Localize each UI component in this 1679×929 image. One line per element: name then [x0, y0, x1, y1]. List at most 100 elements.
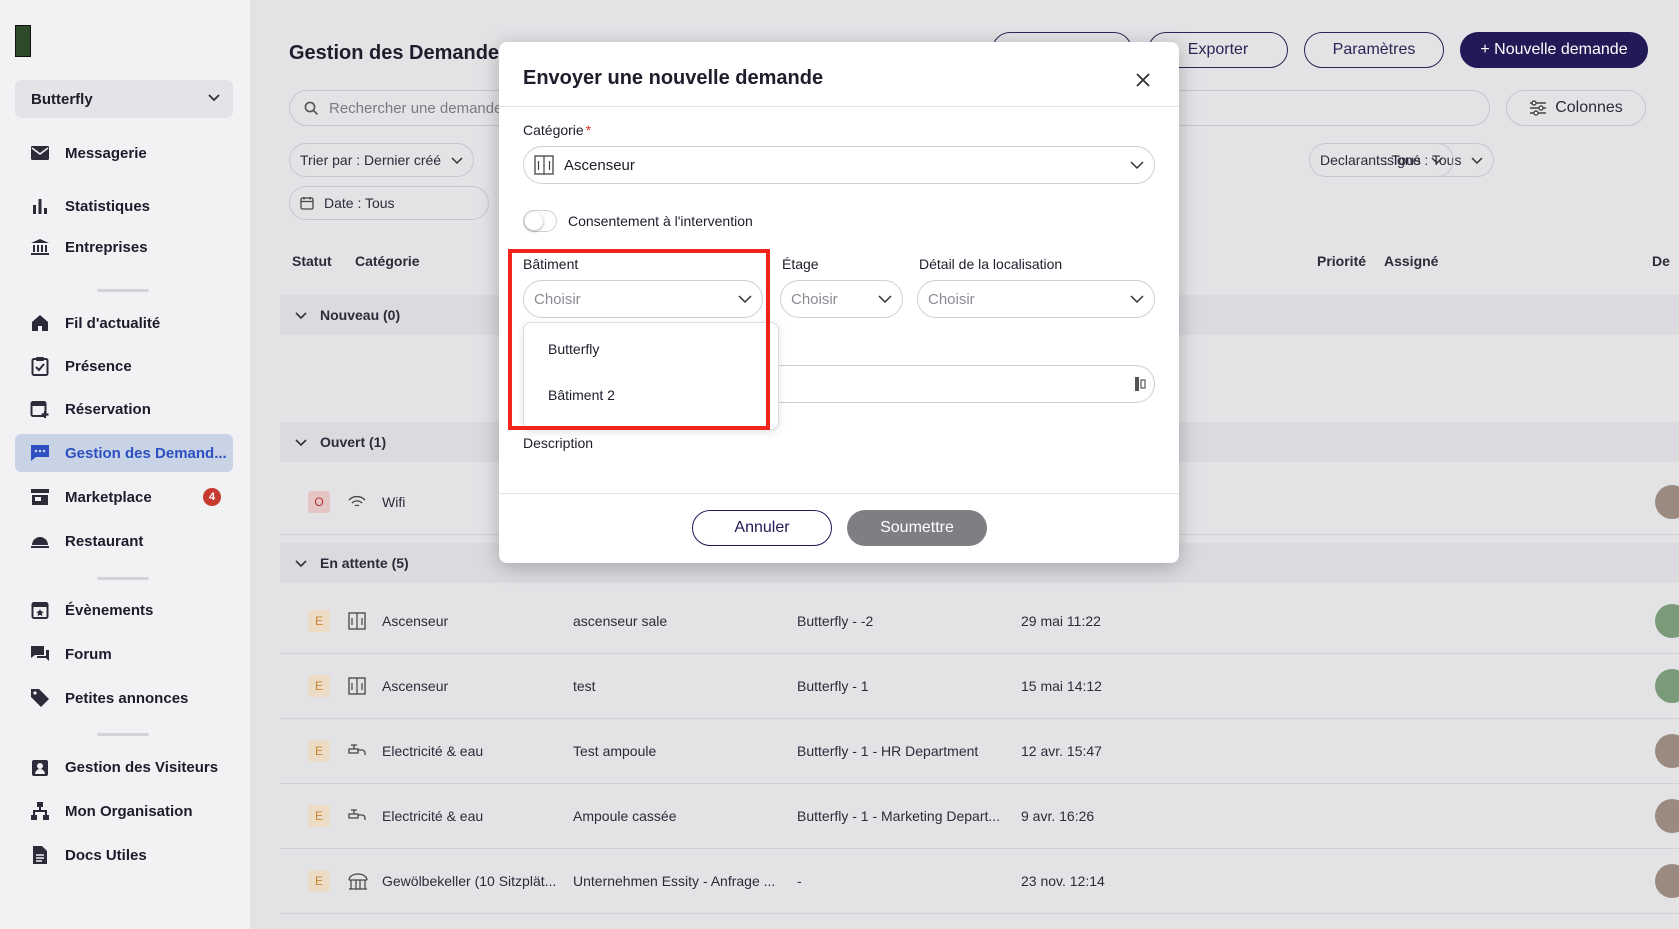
avatar: [1655, 864, 1679, 898]
sidebar-item-label: Fil d'actualité: [65, 314, 161, 332]
chevron-down-icon: [1130, 292, 1144, 306]
status-badge: E: [308, 610, 330, 632]
sidebar-item-label: Gestion des Visiteurs: [65, 758, 219, 776]
attachment-icon: [1134, 376, 1146, 397]
status-badge: E: [308, 675, 330, 697]
page-title: Gestion des Demandes: [289, 42, 511, 64]
category-select-value: Ascenseur: [564, 156, 635, 174]
sidebar-item-evenements[interactable]: Évènements: [15, 591, 233, 629]
date-filter[interactable]: Date : Tous: [289, 186, 489, 220]
location-detail-select[interactable]: Choisir: [917, 280, 1155, 318]
cancel-button[interactable]: Annuler: [692, 510, 832, 546]
sort-filter[interactable]: Trier par : Dernier créé: [289, 143, 475, 177]
notification-badge: 4: [203, 488, 221, 506]
row-location: Butterfly - 1 - HR Department: [797, 743, 979, 759]
row-category: Gewölbekeller (10 Sitzplät...: [382, 873, 557, 889]
table-row[interactable]: E Ascenseur ascenseur sale Butterfly - -…: [280, 589, 1679, 654]
badge-icon: [29, 756, 51, 778]
status-badge: O: [308, 491, 330, 513]
row-location: Butterfly - -2: [797, 613, 874, 629]
sidebar-item-label: Présence: [65, 357, 132, 375]
status-badge: E: [308, 740, 330, 762]
required-mark: *: [585, 122, 592, 138]
close-icon[interactable]: [1131, 68, 1155, 92]
sidebar-item-label: Marketplace: [65, 488, 152, 506]
avatar: [1655, 669, 1679, 703]
table-row[interactable]: E Electricité & eau Ampoule cassée Butte…: [280, 784, 1679, 849]
row-date: 15 mai 14:12: [1021, 678, 1102, 694]
chevron-down-icon: [1130, 158, 1144, 172]
chevron-down-icon: [1431, 154, 1443, 166]
sidebar-item-docs-utiles[interactable]: Docs Utiles: [15, 836, 233, 874]
declarant-filter[interactable]: Declarant : Tous: [1309, 143, 1454, 177]
sidebar-item-mon-organisation[interactable]: Mon Organisation: [15, 792, 233, 830]
column-header-last[interactable]: De: [1652, 253, 1670, 269]
location-detail-placeholder: Choisir: [928, 290, 975, 308]
bank-icon: [29, 236, 51, 258]
org-chart-icon: [29, 800, 51, 822]
sidebar-item-messagerie[interactable]: Messagerie: [15, 134, 233, 172]
new-request-button[interactable]: + Nouvelle demande: [1460, 32, 1648, 68]
cloche-icon: [29, 530, 51, 552]
sidebar-item-presence[interactable]: Présence: [15, 347, 233, 385]
obscured-input-field[interactable]: [775, 365, 1155, 403]
consent-toggle[interactable]: [523, 210, 557, 232]
table-row[interactable]: E Ascenseur test Butterfly - 1 15 mai 14…: [280, 654, 1679, 719]
columns-button-label: Colonnes: [1555, 99, 1623, 116]
avatar: [1655, 604, 1679, 638]
faucet-icon: [348, 807, 366, 825]
sidebar-item-label: Petites annonces: [65, 689, 189, 707]
sidebar-item-label: Forum: [65, 645, 112, 663]
sidebar-item-label: Réservation: [65, 400, 151, 418]
forum-icon: [29, 643, 51, 665]
column-header-assigned[interactable]: Assigné: [1384, 253, 1438, 269]
sidebar-item-entreprises[interactable]: Entreprises: [15, 228, 233, 266]
group-label: Nouveau (0): [320, 307, 401, 323]
modal-divider: [499, 493, 1179, 494]
elevator-icon: [348, 612, 366, 630]
chevron-down-icon: [1471, 154, 1483, 166]
sidebar-item-marketplace[interactable]: Marketplace 4: [15, 478, 233, 516]
consent-label: Consentement à l'intervention: [568, 213, 753, 229]
column-header-category[interactable]: Catégorie: [355, 253, 420, 269]
description-label: Description: [523, 435, 594, 451]
sidebar-item-gestion-demandes[interactable]: Gestion des Demand...: [15, 434, 233, 472]
columns-button[interactable]: Colonnes: [1506, 90, 1646, 126]
calendar-plus-icon: [29, 398, 51, 420]
organization-select[interactable]: Butterfly: [15, 80, 233, 118]
table-row[interactable]: E Gewölbekeller (10 Sitzplät... Unterneh…: [280, 849, 1679, 914]
sidebar-item-reservation[interactable]: Réservation: [15, 390, 233, 428]
avatar: [1655, 734, 1679, 768]
submit-button[interactable]: Soumettre: [847, 510, 987, 546]
row-subject: Test ampoule: [573, 743, 657, 759]
mail-icon: [29, 142, 51, 164]
sidebar-item-forum[interactable]: Forum: [15, 635, 233, 673]
chevron-down-icon: [878, 292, 892, 306]
column-header-priority[interactable]: Priorité: [1317, 253, 1366, 269]
date-filter-label: Date : Tous: [324, 195, 395, 211]
status-badge: E: [308, 805, 330, 827]
home-icon: [29, 312, 51, 334]
sort-filter-label: Trier par : Dernier créé: [300, 152, 442, 168]
calendar-icon: [300, 196, 314, 210]
sidebar-item-restaurant[interactable]: Restaurant: [15, 522, 233, 560]
sidebar-item-label: Statistiques: [65, 197, 151, 215]
row-date: 12 avr. 15:47: [1021, 743, 1102, 759]
sidebar-item-petites-annonces[interactable]: Petites annonces: [15, 679, 233, 717]
settings-button[interactable]: Paramètres: [1304, 32, 1444, 68]
new-request-modal: Envoyer une nouvelle demande Catégorie * …: [499, 42, 1179, 563]
sidebar-item-statistiques[interactable]: Statistiques: [15, 187, 233, 225]
sidebar-item-fil-actualite[interactable]: Fil d'actualité: [15, 304, 233, 342]
category-select[interactable]: Ascenseur: [523, 146, 1155, 184]
sidebar-item-gestion-visiteurs[interactable]: Gestion des Visiteurs: [15, 748, 233, 786]
table-row[interactable]: E Electricité & eau Test ampoule Butterf…: [280, 719, 1679, 784]
search-placeholder: Rechercher une demande: [329, 99, 503, 117]
row-category: Ascenseur: [382, 678, 449, 694]
floor-label: Étage: [782, 256, 819, 272]
bar-chart-icon: [29, 195, 51, 217]
chevron-down-icon: [294, 556, 308, 570]
column-header-status[interactable]: Statut: [292, 253, 332, 269]
floor-select[interactable]: Choisir: [780, 280, 903, 318]
wifi-icon: [348, 495, 366, 509]
row-location: Butterfly - 1: [797, 678, 869, 694]
